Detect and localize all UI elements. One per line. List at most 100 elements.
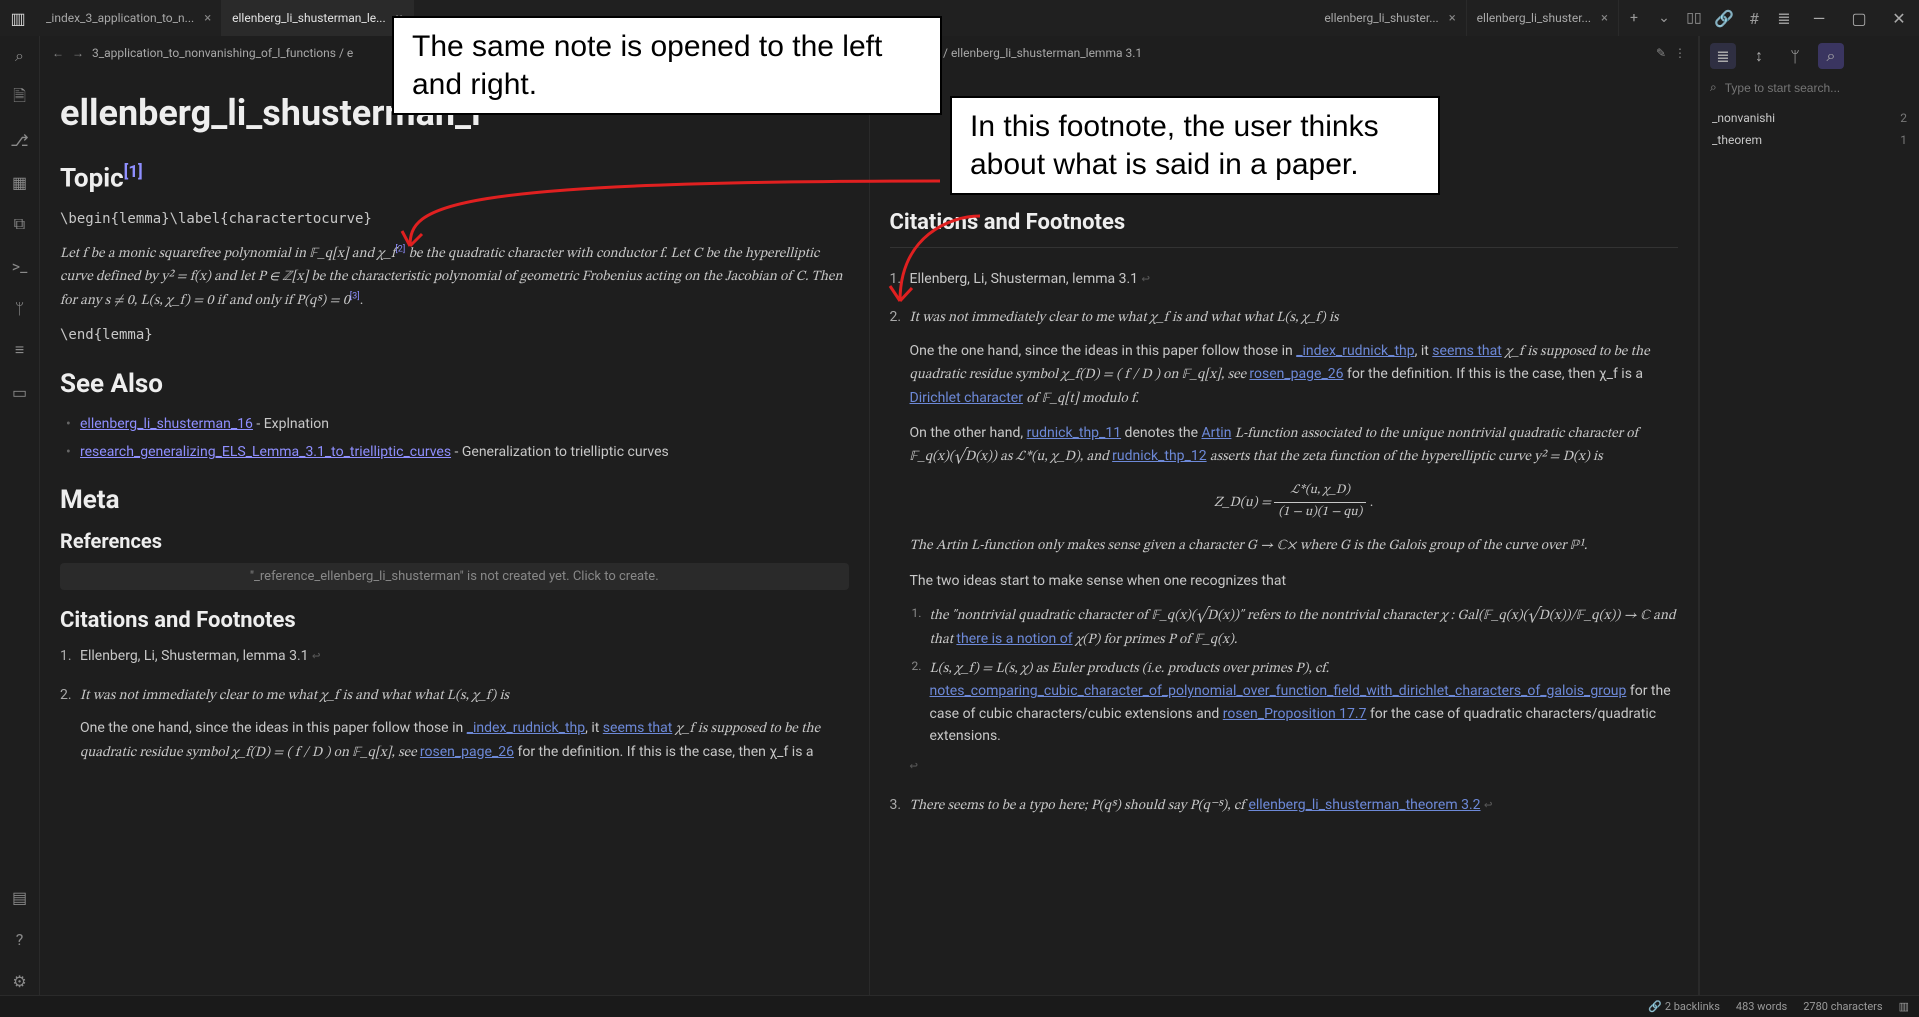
fn2-lead: It was not immediately clear to me what … [80, 689, 509, 703]
tab-label: ellenberg_li_shusterman_le... [232, 11, 385, 25]
fn2-inner-list: the "nontrivial quadratic character of 𝔽… [910, 604, 1679, 747]
footnote-ref-3[interactable]: [3] [350, 291, 360, 301]
sidebar-toggle-icon[interactable]: ▥ [0, 9, 36, 28]
wikilink[interactable]: ellenberg_li_shusterman_theorem 3.2 [1248, 797, 1480, 813]
wikilink[interactable]: _index_rudnick_thp [467, 720, 585, 736]
t: , it [585, 720, 603, 736]
wikilink[interactable]: there is a notion of [956, 631, 1072, 647]
t: , it [1415, 343, 1433, 359]
outline-icon[interactable]: ≣ [1710, 43, 1736, 69]
list-tail: - Explnation [253, 416, 329, 432]
apps-icon[interactable]: ▦ [0, 168, 40, 196]
wikilink[interactable]: seems that [1432, 343, 1502, 359]
close-icon[interactable]: × [204, 11, 211, 26]
backlink-count: 1 [1900, 133, 1907, 147]
t: asserts that the zeta function of the hy… [1207, 450, 1603, 464]
footnote-2: It was not immediately clear to me what … [80, 684, 849, 764]
link-tool-icon[interactable]: 🔗 [1709, 0, 1739, 36]
close-icon[interactable]: × [1449, 11, 1456, 26]
return-icon[interactable]: ↩ [312, 648, 320, 664]
footnote-3: There seems to be a typo here; P(qˢ) sho… [910, 794, 1679, 817]
lemma-begin: \begin{lemma}\label{charactertocurve} [60, 208, 849, 230]
tab-label: _index_3_application_to_n... [46, 11, 194, 25]
fn2-equation: Z_D(u) = ℒ*(u, χ_D)(1 − u)(1 − qu) . [910, 481, 1679, 524]
topic-heading-text: Topic [60, 164, 124, 194]
git-icon[interactable]: ⎇ [0, 126, 40, 154]
copy-icon[interactable]: ⧉ [0, 210, 40, 238]
tab-overflow-button[interactable]: ⌄ [1649, 10, 1679, 26]
book-icon[interactable]: ▤ [0, 883, 40, 911]
inner-item: L(s, χ_f) = L(s, χ) as Euler products (i… [930, 657, 1679, 748]
wikilink[interactable]: rudnick_thp_12 [1112, 448, 1206, 464]
wikilink[interactable]: rosen_Proposition 17.7 [1223, 706, 1367, 722]
backlink-item[interactable]: _nonvanishi2 [1700, 107, 1919, 129]
backlink-item[interactable]: _theorem1 [1700, 129, 1919, 151]
tab-1[interactable]: ellenberg_li_shusterman_le...× [222, 0, 413, 36]
search-icon: ⌕ [1710, 80, 1717, 95]
wikilink[interactable]: rosen_page_26 [420, 744, 514, 760]
status-words: 483 words [1736, 1000, 1787, 1013]
footnote-ref-2[interactable]: [2] [395, 244, 405, 254]
wikilink[interactable]: research_generalizing_ELS_Lemma_3.1_to_t… [80, 444, 451, 460]
hash-tool-icon[interactable]: # [1739, 0, 1769, 36]
fn3-text: There seems to be a typo here; P(qˢ) sho… [910, 799, 1249, 813]
tree-icon[interactable]: ᛘ [1782, 43, 1808, 69]
terminal-icon[interactable]: >_ [0, 252, 40, 280]
reference-placeholder[interactable]: "_reference_ellenberg_li_shusterman" is … [60, 563, 849, 590]
eq-den: (1 − u)(1 − qu) [1274, 503, 1366, 524]
wikilink[interactable]: Artin [1201, 425, 1231, 441]
search-icon[interactable]: ⌕ [0, 42, 40, 70]
wikilink[interactable]: notes_comparing_cubic_character_of_polyn… [930, 683, 1627, 699]
left-content[interactable]: ellenberg_li_shusterman_l Topic[1] \begi… [40, 70, 869, 995]
split-editor-button[interactable]: ▯▯ [1679, 10, 1709, 26]
breadcrumb[interactable]: 3_application_to_nonvanishing_of_l_funct… [92, 46, 353, 60]
right-content[interactable]: Citations and Footnotes Ellenberg, Li, S… [870, 70, 1699, 995]
layers-icon[interactable]: ≡ [0, 336, 40, 364]
wikilink[interactable]: seems that [603, 720, 673, 736]
status-panel-icon[interactable]: ▥ [1899, 1000, 1909, 1013]
file-icon[interactable]: 🗎 [0, 84, 40, 112]
wikilink[interactable]: ellenberg_li_shusterman_16 [80, 416, 253, 432]
gear-icon[interactable]: ⚙ [0, 967, 40, 995]
panel-icon[interactable]: ▭ [0, 378, 40, 406]
tab-0[interactable]: _index_3_application_to_n... × [36, 0, 222, 36]
minimize-button[interactable]: — [1799, 0, 1839, 36]
footnote-list-right: Ellenberg, Li, Shusterman, lemma 3.1 ↩ I… [890, 268, 1679, 817]
t: for the definition. If this is the case,… [514, 744, 814, 760]
branch-icon[interactable]: ᛘ [0, 294, 40, 322]
wikilink[interactable]: rosen_page_26 [1249, 366, 1343, 382]
more-icon[interactable]: ⋮ [1674, 46, 1686, 60]
fn2-p2: On the other hand, rudnick_thp_11 denote… [910, 422, 1679, 469]
return-icon[interactable]: ↩ [910, 755, 1679, 777]
return-icon[interactable]: ↩ [1142, 271, 1150, 287]
nav-forward-icon[interactable]: → [72, 46, 84, 60]
status-backlinks[interactable]: 🔗 2 backlinks [1648, 1000, 1720, 1013]
eq-num: ℒ*(u, χ_D) [1274, 481, 1366, 503]
tab-3[interactable]: ellenberg_li_shuster...× [1467, 0, 1619, 36]
wikilink[interactable]: rudnick_thp_11 [1027, 425, 1121, 441]
sort-icon[interactable]: ↕ [1746, 43, 1772, 69]
list-tool-icon[interactable]: ≣ [1769, 0, 1799, 36]
footnote-ref-1[interactable]: [1] [124, 162, 143, 182]
nav-back-icon[interactable]: ← [52, 46, 64, 60]
footnote-1: Ellenberg, Li, Shusterman, lemma 3.1 ↩ [910, 268, 1679, 290]
close-icon[interactable]: × [1601, 11, 1608, 26]
return-icon[interactable]: ↩ [1484, 797, 1492, 813]
close-window-button[interactable]: ✕ [1879, 0, 1919, 36]
help-icon[interactable]: ? [0, 925, 40, 953]
status-chars: 2780 characters [1803, 1000, 1882, 1013]
search-input[interactable] [1725, 81, 1909, 95]
lemma-text-a: Let f be a monic squarefree polynomial i… [60, 247, 395, 261]
search-panel-icon[interactable]: ⌕ [1818, 43, 1844, 69]
wikilink[interactable]: Dirichlet character [910, 390, 1023, 406]
edit-icon[interactable]: ✎ [1656, 46, 1666, 60]
inner-item: the "nontrivial quadratic character of 𝔽… [930, 604, 1679, 651]
new-tab-button[interactable]: + [1619, 10, 1649, 26]
eq-fraction: ℒ*(u, χ_D)(1 − u)(1 − qu) [1274, 481, 1366, 524]
fn2-lead: It was not immediately clear to me what … [910, 311, 1339, 325]
eq-lhs: Z_D(u) = [1214, 496, 1274, 510]
t: One the one hand, since the ideas in thi… [910, 343, 1297, 359]
tab-2[interactable]: ellenberg_li_shuster...× [1314, 0, 1466, 36]
wikilink[interactable]: _index_rudnick_thp [1296, 343, 1414, 359]
maximize-button[interactable]: ▢ [1839, 0, 1879, 36]
